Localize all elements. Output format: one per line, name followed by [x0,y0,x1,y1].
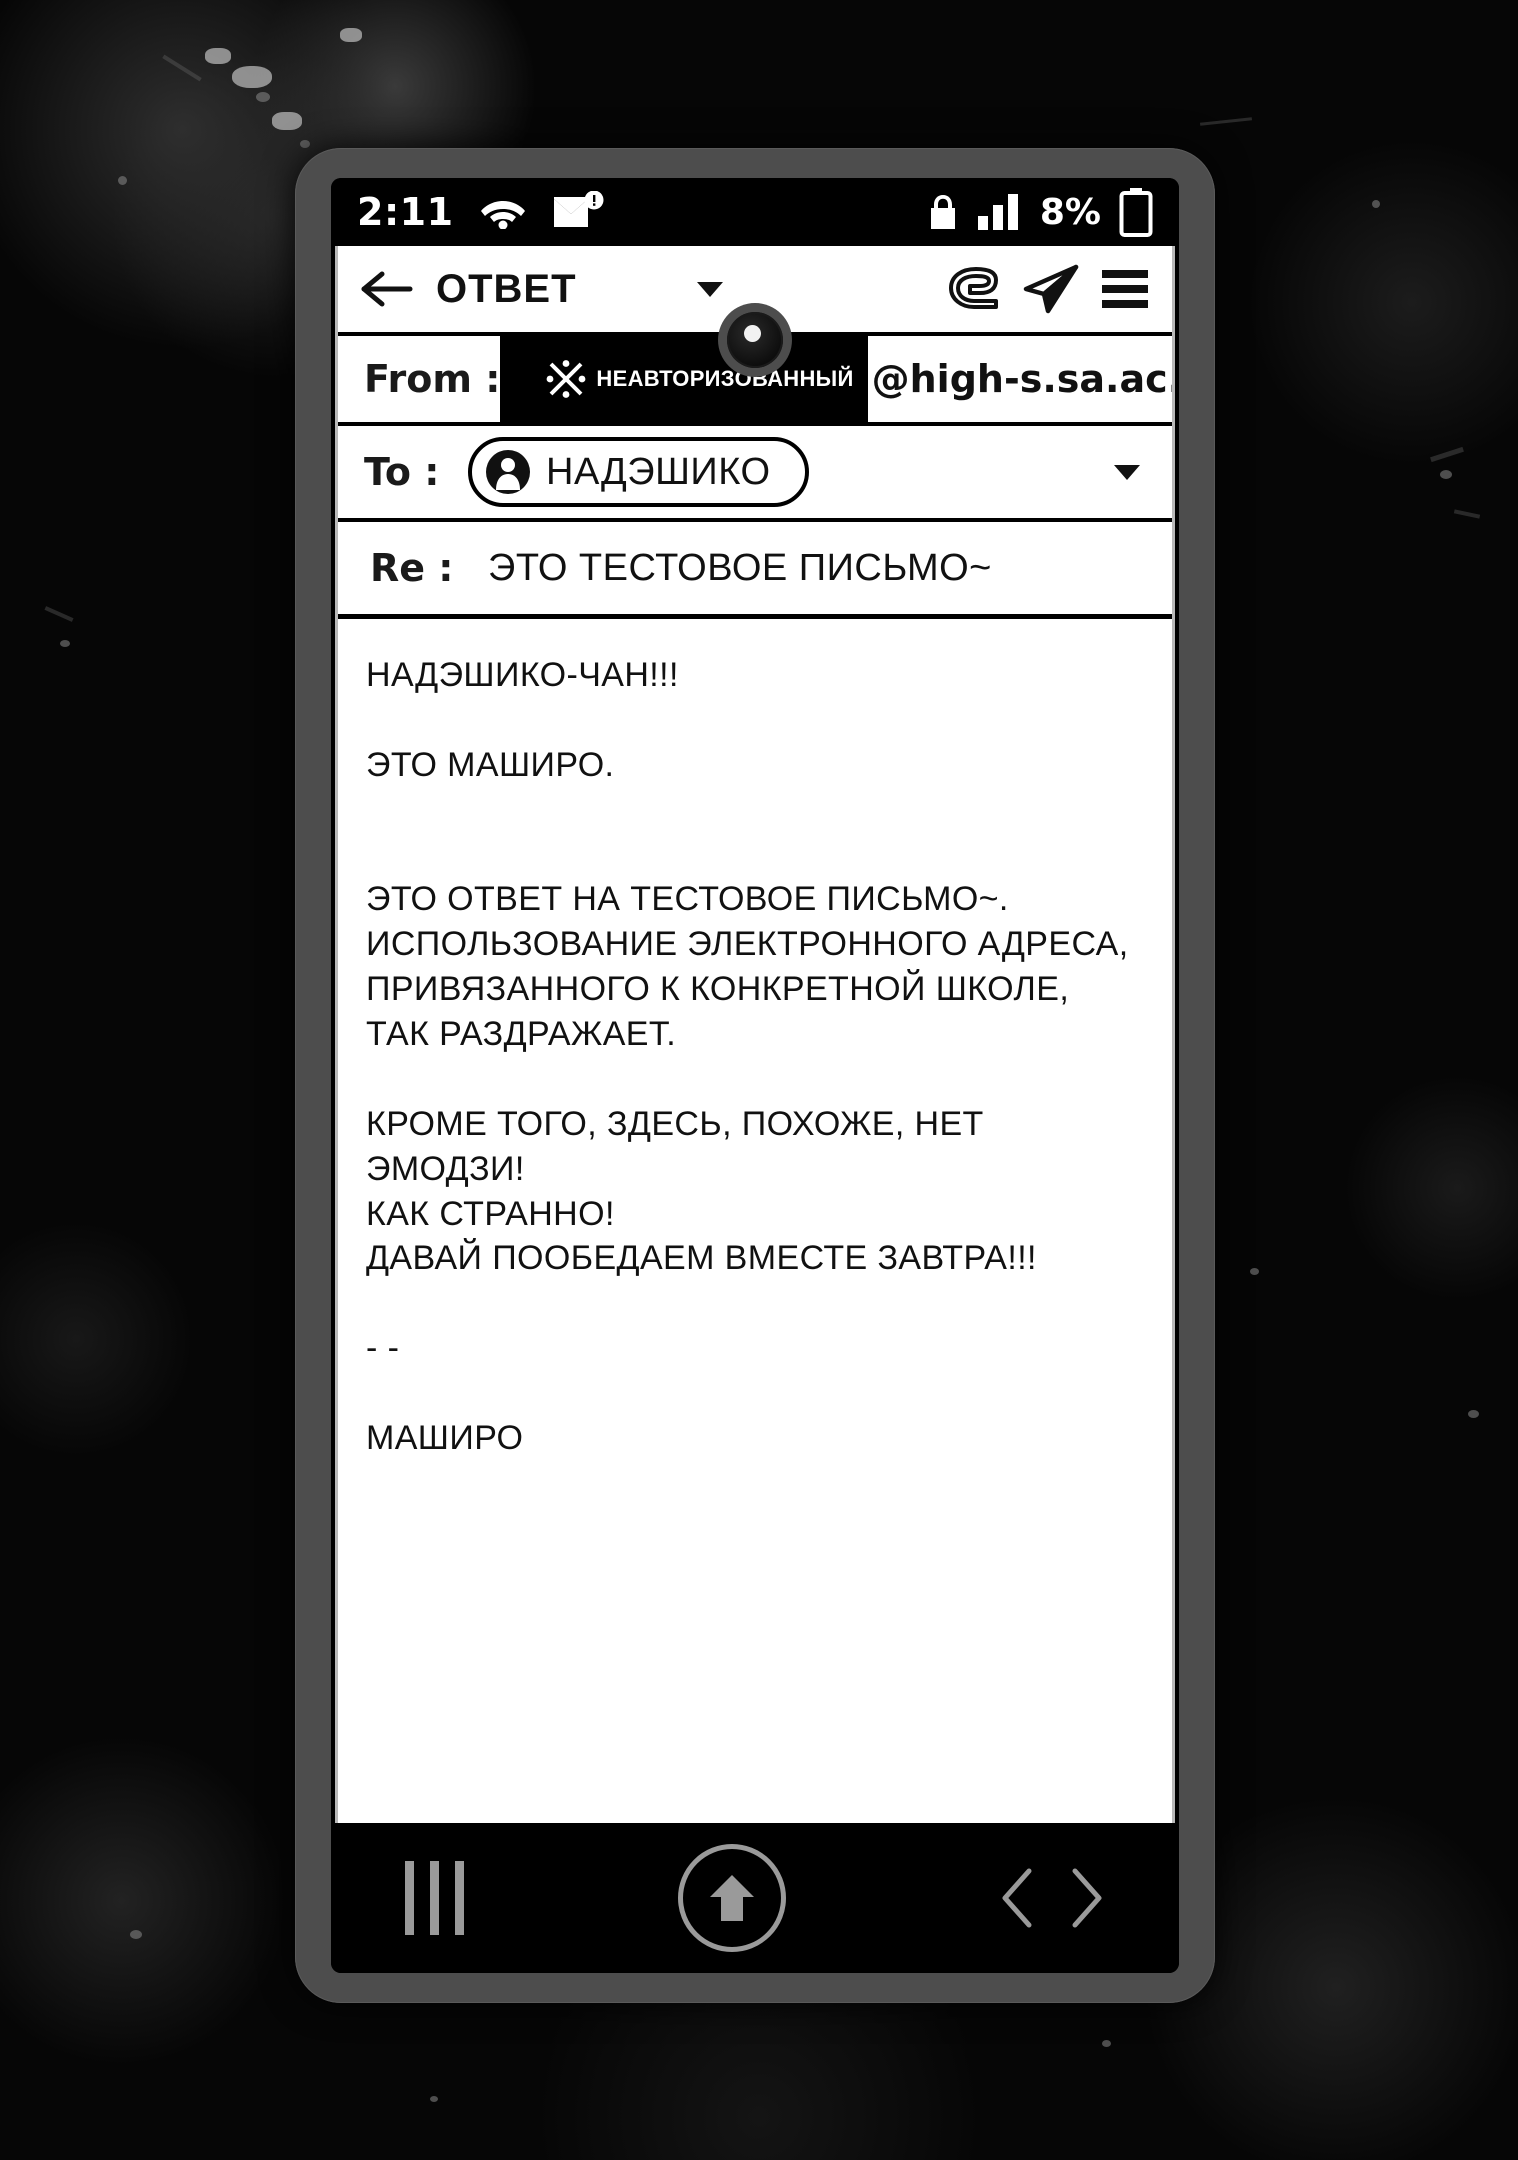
chevron-left-icon [1002,1868,1032,1928]
system-nav-bar [331,1823,1179,1973]
hamburger-menu-icon[interactable] [1100,267,1150,311]
to-row[interactable]: To : НАДЭШИКО [338,426,1172,522]
message-body[interactable]: НАДЭШИКО-ЧАН!!! ЭТО МАШИРО. ЭТО ОТВЕТ НА… [338,619,1172,1823]
to-dropdown-icon[interactable] [1112,462,1142,482]
battery-percent-label: 8% [1039,191,1101,233]
recipient-name: НАДЭШИКО [546,450,771,493]
subject-row[interactable]: Re : ЭТО ТЕСТОВОЕ ПИСЬМО~ [338,522,1172,619]
from-label: From : [364,357,501,401]
phone-device: 2:11 8% ОТВЕТ From: НЕАВТОРИЗОВАННЫЙ @h… [295,148,1215,2003]
front-camera [718,303,792,377]
page-title: ОТВЕТ [436,266,577,311]
lock-icon [928,193,958,231]
signal-bars-icon [976,192,1022,232]
status-clock: 2:11 [357,190,454,234]
from-redacted-address: НЕАВТОРИЗОВАННЫЙ [500,336,868,422]
mail-compose-sheet: ОТВЕТ From: НЕАВТОРИЗОВАННЫЙ @high-s.sa… [335,246,1175,1823]
attachment-icon[interactable] [946,266,1002,312]
status-bar-left: 2:11 [357,191,604,233]
chevron-right-icon [1072,1868,1102,1928]
to-label: To : [364,450,440,494]
message-body-text[interactable]: НАДЭШИКО-ЧАН!!! ЭТО МАШИРО. ЭТО ОТВЕТ НА… [366,653,1144,1461]
mail-notification-icon [552,191,604,233]
subject-value[interactable]: ЭТО ТЕСТОВОЕ ПИСЬМО~ [488,547,992,590]
prev-next-chevrons-icon[interactable] [999,1867,1105,1929]
chevron-down-icon[interactable] [695,279,725,299]
battery-icon [1119,187,1153,237]
subject-label: Re : [370,546,454,590]
from-domain: @high-s.sa.ac.jp [871,357,1172,401]
home-up-arrow-icon[interactable] [677,1844,786,1952]
back-arrow-icon[interactable] [360,268,416,310]
avatar-icon [484,448,532,496]
unauthorized-label: НЕАВТОРИЗОВАННЫЙ [596,366,854,391]
send-icon[interactable] [1022,264,1080,314]
status-bar: 2:11 8% [331,178,1179,246]
recipient-chip[interactable]: НАДЭШИКО [468,437,809,507]
wifi-icon [480,195,526,229]
phone-screen: 2:11 8% ОТВЕТ From: НЕАВТОРИЗОВАННЫЙ @h… [331,178,1179,1973]
recents-icon[interactable] [405,1861,464,1935]
app-bar-actions [946,264,1150,314]
censor-icon [546,359,586,399]
status-bar-right: 8% [928,187,1153,237]
